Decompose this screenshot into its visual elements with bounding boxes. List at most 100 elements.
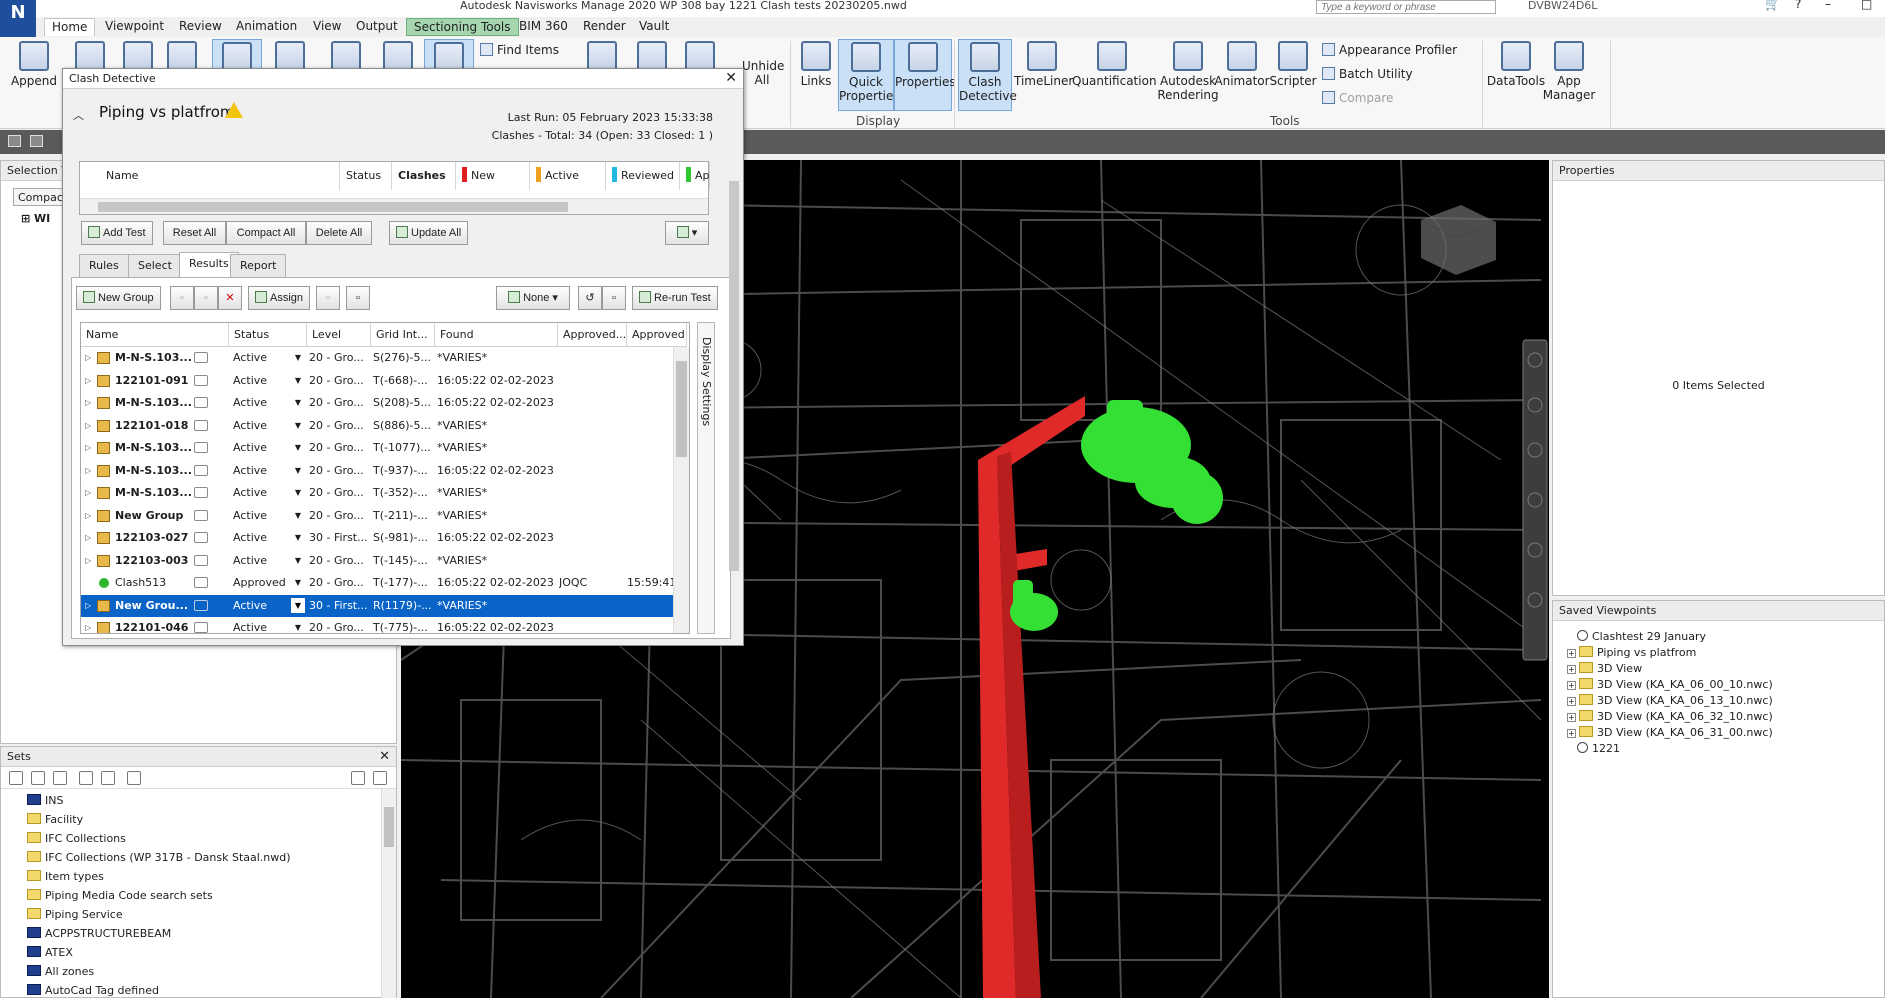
delete-all-button[interactable]: Delete All	[306, 221, 372, 245]
tests-horizontal-scrollbar[interactable]	[80, 198, 708, 214]
camera-icon[interactable]	[194, 532, 208, 543]
reset-results-button[interactable]: ↺	[578, 286, 602, 310]
timeliner-button[interactable]: TimeLiner	[1014, 39, 1073, 88]
tests-column-ap[interactable]: Ap	[680, 162, 710, 190]
camera-icon[interactable]	[194, 464, 208, 476]
camera-icon[interactable]	[194, 419, 208, 431]
batch-utility-button[interactable]: Batch Utility	[1322, 67, 1413, 81]
viewcube[interactable]	[1421, 205, 1496, 275]
results-column-header[interactable]: Level	[307, 323, 371, 347]
tests-column-clashes[interactable]: Clashes	[392, 162, 456, 190]
quick-properties-button[interactable]: Quick Properties	[838, 39, 900, 111]
quantification-button[interactable]: Quantification	[1072, 39, 1157, 88]
new-folder-icon[interactable]	[53, 771, 67, 785]
result-row[interactable]: ▷ ▼ M-N-S.103... Active 20 - Gro... T(-1077).…	[81, 437, 675, 459]
saved-viewpoint-item[interactable]: +3D View (KA_KA_06_00_10.nwc)	[1567, 677, 1773, 693]
saved-viewpoint-item[interactable]: +3D View (KA_KA_06_31_00.nwc)	[1567, 725, 1773, 741]
scroll-thumb[interactable]	[384, 807, 394, 847]
status-dropdown-icon[interactable]: ▼	[291, 418, 305, 433]
tab-bim360[interactable]: BIM 360	[512, 18, 575, 36]
cart-icon[interactable]: 🛒	[1765, 0, 1780, 11]
expand-icon[interactable]: ▷	[85, 527, 91, 549]
add-comment-icon[interactable]	[101, 771, 115, 785]
import-export-icon[interactable]	[373, 771, 387, 785]
results-column-header[interactable]: Status	[229, 323, 307, 347]
camera-icon[interactable]	[194, 352, 208, 363]
result-row[interactable]: ▷ ▼ M-N-S.103... Active 20 - Gro... T(-352)-.…	[81, 482, 675, 504]
set-item[interactable]: IFC Collections (WP 317B - Dansk Staal.n…	[27, 848, 291, 867]
expand-icon[interactable]: ▷	[85, 595, 91, 617]
appearance-profiler-button[interactable]: Appearance Profiler	[1322, 43, 1457, 57]
unassign-button[interactable]: ▫	[316, 286, 340, 310]
result-row[interactable]: ▷ ▼ 122103-027 Active 30 - First... S(-981)-.…	[81, 527, 675, 549]
results-column-header[interactable]: Grid Int...	[371, 323, 435, 347]
set-item[interactable]: ACPPSTRUCTUREBEAM	[27, 924, 171, 943]
navigation-bar[interactable]	[1522, 339, 1548, 661]
expand-icon[interactable]: ▷	[85, 437, 91, 459]
status-dropdown-icon[interactable]: ▼	[291, 575, 305, 590]
group-icon-button[interactable]: ▫	[170, 286, 194, 310]
saved-viewpoint-item[interactable]: Clashtest 29 January	[1577, 629, 1706, 645]
tab-render[interactable]: Render	[576, 18, 633, 36]
camera-icon[interactable]	[194, 599, 208, 611]
minimize-icon[interactable]: –	[1825, 0, 1831, 11]
result-row[interactable]: ▷ ▼ New Grou... Active 30 - First... R(1179)-…	[81, 594, 675, 617]
status-dropdown-icon[interactable]: ▼	[291, 620, 305, 633]
append-button[interactable]: Append	[8, 39, 60, 88]
set-item[interactable]: ATEX	[27, 943, 73, 962]
results-column-header[interactable]: Approved...	[558, 323, 627, 347]
results-column-header[interactable]: Name	[81, 323, 229, 347]
result-row[interactable]: ▷ ▼ 122103-003 Active 20 - Gro... T(-145)-...…	[81, 550, 675, 572]
result-row[interactable]: ▷ ▼ M-N-S.103... Active 20 - Gro... S(276)-5.…	[81, 347, 675, 369]
tab-report[interactable]: Report	[230, 254, 287, 278]
tests-column-reviewed[interactable]: Reviewed	[606, 162, 680, 190]
saved-viewpoint-item[interactable]: + Piping vs platfrom	[1567, 645, 1696, 661]
tests-column-new[interactable]: New	[456, 162, 530, 190]
status-dropdown-icon[interactable]: ▼	[291, 485, 305, 500]
expand-icon[interactable]: ▷	[85, 347, 91, 369]
new-group-button[interactable]: New Group	[76, 286, 161, 310]
tab-vault[interactable]: Vault	[632, 18, 676, 36]
scroll-thumb[interactable]	[98, 202, 568, 212]
tab-output[interactable]: Output	[349, 18, 405, 36]
close-icon[interactable]: ✕	[379, 749, 390, 764]
delete-icon[interactable]	[127, 771, 141, 785]
expand-icon[interactable]: ▷	[85, 482, 91, 504]
saved-viewpoint-item[interactable]: 1221	[1577, 741, 1620, 757]
status-dropdown-icon[interactable]: ▼	[291, 530, 305, 545]
assign-button[interactable]: Assign	[248, 286, 311, 310]
expand-icon[interactable]: ▷	[85, 370, 91, 392]
tests-table[interactable]: Name Status Clashes New Active Reviewed Ap	[79, 161, 710, 215]
expand-icon[interactable]: +	[1567, 681, 1576, 690]
tab-sectioning-tools[interactable]: Sectioning Tools	[406, 18, 519, 36]
duplicate-icon[interactable]	[79, 771, 93, 785]
results-vertical-scrollbar[interactable]	[673, 347, 689, 633]
autodesk-rendering-button[interactable]: Autodesk Rendering	[1156, 39, 1220, 102]
expand-icon[interactable]: +	[1567, 729, 1576, 738]
tab-animation[interactable]: Animation	[229, 18, 304, 36]
result-row[interactable]: ▷ ▼ New Group Active 20 - Gro... T(-211)-... *…	[81, 505, 675, 527]
update-all-button[interactable]: Update All	[389, 221, 469, 245]
tab-view[interactable]: View	[306, 18, 348, 36]
expand-icon[interactable]: +	[1567, 697, 1576, 706]
highlight-none-dropdown[interactable]: None ▾	[496, 286, 570, 310]
properties-button[interactable]: Properties	[894, 39, 956, 111]
expand-icon[interactable]: +	[1567, 649, 1576, 658]
tab-select[interactable]: Select	[128, 254, 182, 278]
compact-results-button[interactable]: ▫	[602, 286, 626, 310]
tab-home[interactable]: Home	[44, 18, 96, 36]
tab-viewpoint[interactable]: Viewpoint	[98, 18, 171, 36]
camera-icon[interactable]	[194, 374, 208, 386]
close-icon[interactable]: ✕	[725, 70, 737, 86]
save-selection-icon[interactable]	[9, 771, 23, 785]
camera-icon[interactable]	[194, 509, 208, 521]
expand-icon[interactable]: +	[1567, 713, 1576, 722]
status-dropdown-icon[interactable]: ▼	[291, 350, 305, 365]
find-items-button[interactable]: Find Items	[480, 43, 559, 57]
status-dropdown-icon[interactable]: ▼	[291, 508, 305, 523]
results-column-header[interactable]: Found	[435, 323, 558, 347]
save-search-icon[interactable]	[31, 771, 45, 785]
clash-detective-titlebar[interactable]: Clash Detective ✕	[63, 69, 743, 89]
expand-icon[interactable]: ▷	[85, 550, 91, 572]
set-item[interactable]: All zones	[27, 962, 94, 981]
